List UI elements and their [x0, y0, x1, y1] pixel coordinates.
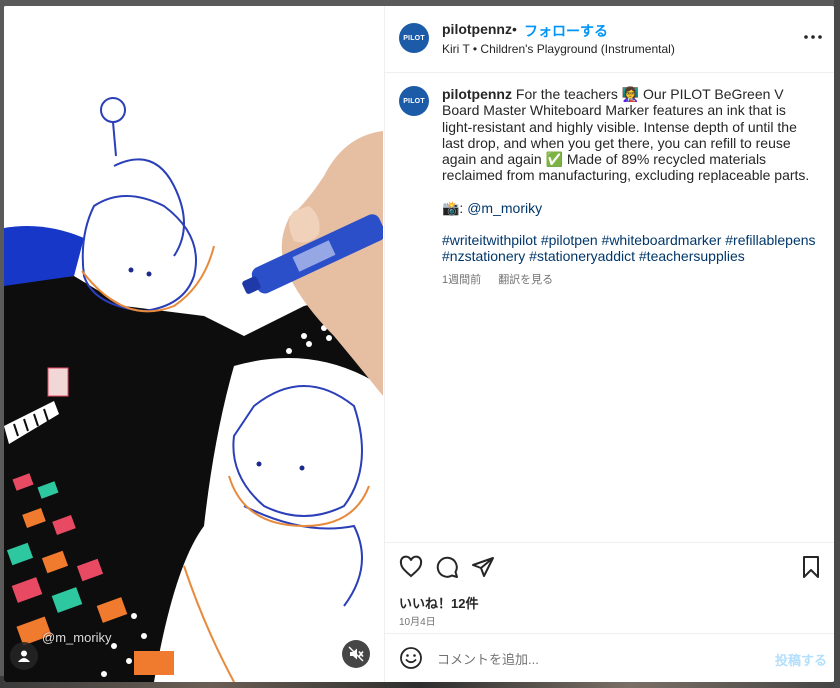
post-comment-button[interactable]: 投稿する: [775, 650, 827, 669]
action-bar: いいね！12件 10月4日: [385, 542, 834, 633]
background-dim: [834, 0, 840, 688]
smiley-icon: [400, 647, 422, 669]
username-link[interactable]: pilotpennz: [442, 21, 512, 37]
caption-username[interactable]: pilotpennz: [442, 86, 512, 102]
comment-bar: 投稿する: [385, 633, 834, 682]
post-modal: @m_moriky PILOT pilotpennz • フォローする Kiri…: [4, 6, 834, 682]
comment-button[interactable]: [435, 555, 461, 581]
user-tag-icon: [18, 650, 30, 662]
emoji-button[interactable]: [399, 646, 423, 670]
likes-count[interactable]: いいね！12件: [399, 593, 478, 612]
mute-button[interactable]: [342, 640, 370, 668]
post-details-panel: PILOT pilotpennz • フォローする Kiri T • Child…: [384, 6, 834, 682]
sound-off-icon: [348, 646, 364, 662]
follow-button[interactable]: フォローする: [524, 21, 608, 41]
video-watermark: @m_moriky: [42, 630, 112, 645]
caption-text: pilotpennz For the teachers 👩‍🏫 Our PILO…: [442, 86, 817, 265]
audio-link[interactable]: Kiri T • Children's Playground (Instrume…: [442, 42, 675, 56]
photo-credit-prefix: 📸:: [442, 199, 468, 216]
paper-plane-icon: [472, 557, 494, 577]
translate-link[interactable]: 翻訳を見る: [498, 274, 553, 286]
mention-link[interactable]: @m_moriky: [467, 200, 542, 216]
share-button[interactable]: [471, 555, 497, 581]
comment-input[interactable]: [435, 647, 769, 671]
user-tag-button[interactable]: [10, 642, 38, 670]
avatar[interactable]: PILOT: [399, 23, 429, 53]
more-horizontal-icon: [804, 35, 822, 39]
time-ago: 1週間前: [442, 274, 482, 286]
post-date: 10月4日: [399, 617, 436, 628]
save-button[interactable]: [799, 555, 825, 581]
like-button[interactable]: [399, 555, 425, 581]
post-header: PILOT pilotpennz • フォローする Kiri T • Child…: [385, 6, 834, 73]
hashtags[interactable]: #writeitwithpilot #pilotpen #whiteboardm…: [442, 232, 816, 264]
caption-meta: 1週間前 翻訳を見る: [442, 271, 567, 287]
separator-dot: •: [512, 21, 517, 37]
more-options-button[interactable]: [803, 27, 823, 47]
comment-icon: [436, 556, 458, 578]
pilot-logo: PILOT: [403, 34, 425, 42]
avatar[interactable]: PILOT: [399, 86, 429, 116]
video-frame-illustration: [4, 6, 383, 682]
post-video[interactable]: @m_moriky: [4, 6, 383, 682]
heart-icon: [399, 555, 423, 578]
caption-section: PILOT pilotpennz For the teachers 👩‍🏫 Ou…: [385, 73, 834, 541]
bookmark-icon: [803, 556, 819, 578]
pilot-logo: PILOT: [403, 97, 425, 105]
